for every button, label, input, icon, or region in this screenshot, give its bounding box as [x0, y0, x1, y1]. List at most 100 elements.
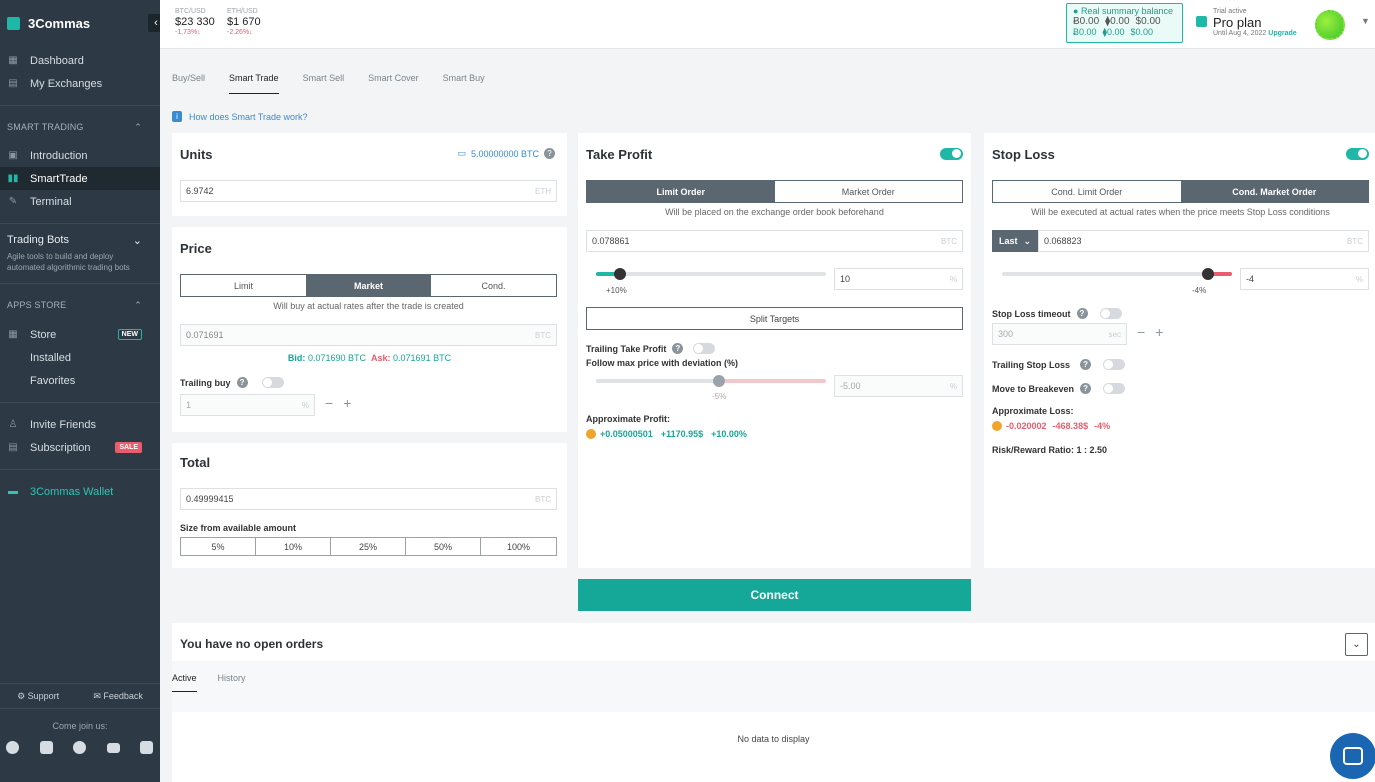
- size-100-button[interactable]: 100%: [481, 538, 556, 555]
- ticker-eth[interactable]: ETH/USD $1 670 -2.26%↓: [227, 8, 261, 36]
- sidebar-item-installed[interactable]: Installed: [0, 346, 160, 369]
- stop-loss-slider[interactable]: [1002, 268, 1232, 280]
- tab-history[interactable]: History: [218, 673, 246, 692]
- deviation-slider-label: -5%: [712, 392, 727, 401]
- take-profit-toggle[interactable]: [940, 148, 963, 160]
- apps-store-section[interactable]: APPS STORE ⌃: [0, 294, 160, 316]
- help-icon[interactable]: ?: [544, 148, 555, 159]
- move-to-breakeven-toggle[interactable]: [1103, 383, 1126, 394]
- chevron-down-icon: ⌄: [132, 235, 142, 247]
- slider-handle[interactable]: [1202, 268, 1214, 280]
- tp-mode-limit-order[interactable]: Limit Order: [587, 181, 775, 202]
- tab-buy-sell[interactable]: Buy/Sell: [172, 73, 205, 94]
- size-10-button[interactable]: 10%: [256, 538, 331, 555]
- plus-icon[interactable]: +: [343, 395, 351, 411]
- size-5-button[interactable]: 5%: [181, 538, 256, 555]
- stop-loss-timeout-input[interactable]: 300 sec: [992, 323, 1127, 345]
- sidebar-item-wallet[interactable]: ▬ 3Commas Wallet: [0, 480, 160, 503]
- take-profit-price-input[interactable]: 0.078861 BTC: [586, 230, 963, 252]
- price-mode-market[interactable]: Market: [306, 275, 431, 296]
- help-icon[interactable]: ?: [236, 377, 248, 388]
- split-targets-button[interactable]: Split Targets: [586, 307, 963, 330]
- twitter-icon[interactable]: [39, 741, 53, 754]
- deviation-input[interactable]: -5.00%: [834, 375, 963, 397]
- summary-balance[interactable]: ● Real summary balance Ƀ0.00 ⧫0.00 $0.00 Ƀ…: [1066, 3, 1183, 43]
- avatar[interactable]: [1315, 10, 1345, 40]
- trailing-buy-toggle[interactable]: [261, 377, 284, 388]
- connect-button[interactable]: Connect: [578, 579, 971, 611]
- trading-bots-section[interactable]: Trading Bots ⌄: [0, 234, 160, 247]
- sidebar-item-favorites[interactable]: Favorites: [0, 369, 160, 392]
- deviation-slider[interactable]: [596, 375, 826, 387]
- slider-handle[interactable]: [614, 268, 626, 280]
- sidebar-item-subscription[interactable]: ▤ Subscription SALE: [0, 436, 160, 459]
- help-icon[interactable]: ?: [672, 343, 684, 354]
- support-link[interactable]: ⚙ Support: [17, 691, 59, 702]
- sidebar-item-my-exchanges[interactable]: ▤ My Exchanges: [0, 72, 160, 95]
- price-input[interactable]: 0.071691 BTC: [180, 324, 557, 346]
- help-icon[interactable]: ?: [1080, 359, 1092, 370]
- slider-handle[interactable]: [713, 375, 725, 387]
- sidebar-item-introduction[interactable]: ▣ Introduction: [0, 144, 160, 167]
- total-input[interactable]: 0.49999415 BTC: [180, 488, 557, 510]
- help-icon[interactable]: ?: [1080, 383, 1092, 394]
- upgrade-link[interactable]: Upgrade: [1268, 30, 1296, 37]
- feedback-link[interactable]: ✉ Feedback: [93, 691, 143, 702]
- tp-mode-market-order[interactable]: Market Order: [774, 181, 962, 202]
- trailing-buy-input[interactable]: 1%: [180, 394, 315, 416]
- sl-mode-cond-limit-order[interactable]: Cond. Limit Order: [993, 181, 1181, 202]
- new-badge: NEW: [117, 329, 142, 340]
- tab-smart-trade[interactable]: Smart Trade: [229, 73, 279, 94]
- tab-active[interactable]: Active: [172, 673, 197, 692]
- discord-icon[interactable]: [140, 741, 153, 754]
- minus-icon[interactable]: −: [1137, 324, 1145, 340]
- help-icon[interactable]: ?: [1076, 308, 1088, 319]
- stop-loss-toggle[interactable]: [1346, 148, 1369, 160]
- sidebar-item-smarttrade[interactable]: ▮▮ SmartTrade: [0, 167, 160, 190]
- stop-loss-timeout-toggle[interactable]: [1099, 308, 1122, 319]
- minus-icon[interactable]: −: [325, 395, 333, 411]
- youtube-icon[interactable]: [106, 743, 120, 753]
- telegram-icon[interactable]: [73, 741, 86, 754]
- price-source-select[interactable]: Last ⌄: [992, 230, 1038, 252]
- tab-smart-sell[interactable]: Smart Sell: [303, 73, 345, 94]
- exchange-icon: ▤: [8, 78, 18, 89]
- divider: [0, 469, 160, 470]
- chat-button[interactable]: [1330, 733, 1375, 779]
- sidebar-item-store[interactable]: ▦ Store NEW: [0, 323, 160, 346]
- sidebar-item-invite-friends[interactable]: ♙ Invite Friends: [0, 413, 160, 436]
- sl-mode-cond-market-order[interactable]: Cond. Market Order: [1180, 181, 1368, 202]
- take-profit-percent-input[interactable]: 10%: [834, 268, 963, 290]
- trailing-take-profit-toggle[interactable]: [693, 343, 716, 354]
- price-mode-limit[interactable]: Limit: [181, 275, 306, 296]
- plan-info[interactable]: Trial active Pro plan Until Aug 4, 2022 …: [1196, 8, 1297, 37]
- stop-loss-title: Stop Loss: [992, 147, 1055, 162]
- app-logo[interactable]: 3Commas: [0, 0, 160, 46]
- stop-loss-percent-input[interactable]: -4%: [1240, 268, 1369, 290]
- how-it-works-link[interactable]: i How does Smart Trade work?: [172, 111, 308, 122]
- take-profit-note: Will be placed on the exchange order boo…: [665, 207, 884, 217]
- follow-max-price-label: Follow max price with deviation (%): [586, 358, 739, 368]
- total-card: Total 0.49999415 BTC Size from available …: [172, 443, 567, 568]
- facebook-icon[interactable]: [6, 741, 19, 754]
- available-balance[interactable]: ▭ 5.00000000 BTC?: [457, 148, 555, 159]
- tab-smart-buy[interactable]: Smart Buy: [443, 73, 485, 94]
- sidebar-item-dashboard[interactable]: ▦ Dashboard: [0, 49, 160, 72]
- plus-icon[interactable]: +: [1155, 324, 1163, 340]
- trailing-stop-loss-toggle[interactable]: [1103, 359, 1126, 370]
- chevron-down-icon: ⌄: [1352, 639, 1361, 650]
- smart-trading-section[interactable]: SMART TRADING ⌃: [0, 116, 160, 138]
- size-label: Size from available amount: [180, 523, 297, 533]
- price-mode-cond[interactable]: Cond.: [431, 275, 556, 296]
- chevron-down-icon[interactable]: ▼: [1361, 16, 1370, 26]
- take-profit-slider[interactable]: [596, 268, 826, 280]
- orders-expand-button[interactable]: ⌄: [1345, 633, 1368, 656]
- units-input[interactable]: 6.9742 ETH: [180, 180, 557, 202]
- sidebar-item-terminal[interactable]: ✎ Terminal: [0, 190, 160, 213]
- ticker-btc[interactable]: BTC/USD $23 330 -1.73%↓: [175, 8, 215, 36]
- size-25-button[interactable]: 25%: [331, 538, 406, 555]
- size-50-button[interactable]: 50%: [406, 538, 481, 555]
- tab-smart-cover[interactable]: Smart Cover: [368, 73, 419, 94]
- stop-loss-price-input[interactable]: 0.068823 BTC: [1038, 230, 1369, 252]
- approximate-profit-values: +0.05000501 +1170.95$ +10.00%: [586, 429, 747, 439]
